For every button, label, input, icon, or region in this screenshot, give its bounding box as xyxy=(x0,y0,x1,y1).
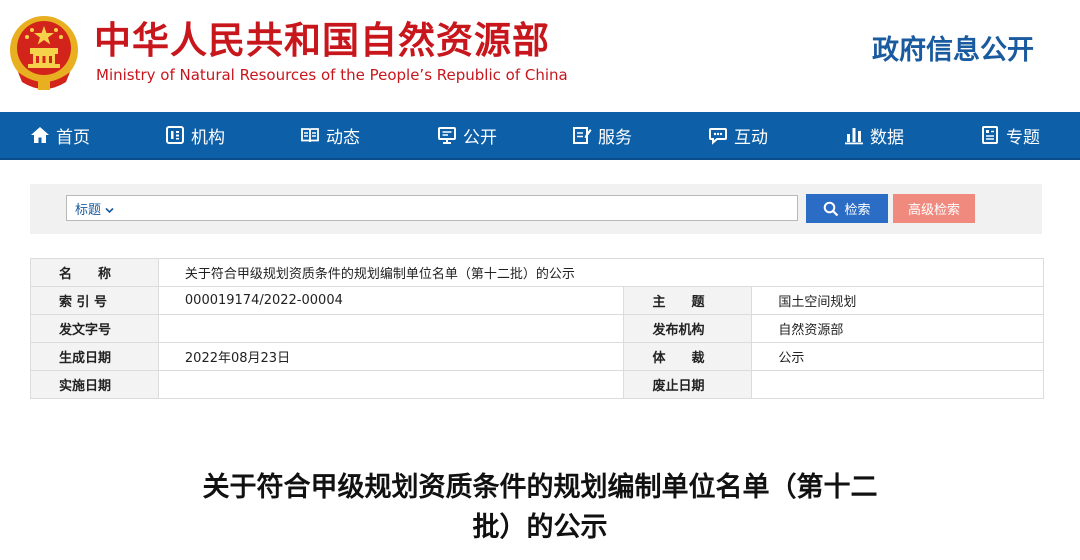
meta-issuer-label: 发布机构 xyxy=(623,314,753,343)
nav-label: 服务 xyxy=(598,127,632,148)
site-header: 中华人民共和国自然资源部 Ministry of Natural Resourc… xyxy=(0,0,1080,112)
bar-chart-icon xyxy=(845,128,863,145)
meta-date-value: 2022年08月23日 xyxy=(157,342,625,371)
meta-impl-label: 实施日期 xyxy=(30,370,159,399)
document-icon xyxy=(982,126,998,144)
search-icon xyxy=(824,201,839,216)
meta-topic-value: 国土空间规划 xyxy=(751,286,1044,315)
nav-item-home[interactable]: 首页 xyxy=(30,112,90,158)
meta-date-label: 生成日期 xyxy=(30,342,159,371)
article-title-line-2: 批）的公示 xyxy=(472,512,608,543)
search-bar: 标题 检索 高级检索 xyxy=(30,184,1042,234)
table-row: 发文字号 发布机构 自然资源部 xyxy=(30,314,1044,343)
meta-issuer-value: 自然资源部 xyxy=(751,314,1044,343)
nav-item-interact[interactable]: 互动 xyxy=(708,112,768,158)
nav-item-service[interactable]: 服务 xyxy=(572,112,632,158)
table-row: 名 称 关于符合甲级规划资质条件的规划编制单位名单（第十二批）的公示 xyxy=(30,258,1045,287)
nav-item-data[interactable]: 数据 xyxy=(844,112,904,158)
table-row: 索 引 号 000019174/2022-00004 主 题 国土空间规划 xyxy=(30,286,1044,315)
edit-icon xyxy=(573,127,592,144)
nav-label: 公开 xyxy=(463,127,497,148)
gov-info-title[interactable]: 政府信息公开 xyxy=(872,28,1034,67)
meta-abolish-label: 废止日期 xyxy=(623,370,753,399)
meta-impl-value xyxy=(157,370,625,399)
meta-name-label: 名 称 xyxy=(30,258,159,287)
search-input[interactable] xyxy=(122,196,797,220)
advanced-search-button[interactable]: 高级检索 xyxy=(893,194,975,223)
nav-label: 动态 xyxy=(326,127,360,148)
article-title: 关于符合甲级规划资质条件的规划编制单位名单（第十二 批）的公示 xyxy=(0,468,1080,548)
meta-docno-label: 发文字号 xyxy=(30,314,159,343)
site-title-cn: 中华人民共和国自然资源部 xyxy=(94,19,550,62)
nav-item-topic[interactable]: 专题 xyxy=(980,112,1040,158)
meta-index-value: 000019174/2022-00004 xyxy=(157,286,625,315)
nav-item-organization[interactable]: 机构 xyxy=(165,112,225,158)
search-button[interactable]: 检索 xyxy=(806,194,888,223)
table-row: 生成日期 2022年08月23日 体 裁 公示 xyxy=(30,342,1044,371)
nav-item-public[interactable]: 公开 xyxy=(437,112,497,158)
search-button-label: 检索 xyxy=(844,203,871,218)
national-emblem-icon xyxy=(10,16,78,90)
meta-docno-value xyxy=(157,314,625,343)
chevron-down-icon xyxy=(105,207,114,213)
nav-item-news[interactable]: 动态 xyxy=(300,112,360,158)
nav-label: 专题 xyxy=(1006,127,1040,148)
search-box: 标题 xyxy=(66,195,798,221)
meta-genre-label: 体 裁 xyxy=(623,342,753,371)
search-field-select[interactable]: 标题 xyxy=(75,199,114,218)
meta-genre-value: 公示 xyxy=(751,342,1044,371)
meta-abolish-value xyxy=(751,370,1044,399)
home-icon xyxy=(31,127,49,143)
meta-name-value: 关于符合甲级规划资质条件的规划编制单位名单（第十二批）的公示 xyxy=(157,258,1045,287)
nav-label: 数据 xyxy=(870,127,904,148)
article-title-line-1: 关于符合甲级规划资质条件的规划编制单位名单（第十二 xyxy=(202,472,878,503)
chat-icon xyxy=(709,128,727,145)
nav-label: 机构 xyxy=(191,127,225,148)
document-metadata-table: 名 称 关于符合甲级规划资质条件的规划编制单位名单（第十二批）的公示 索 引 号… xyxy=(30,258,1045,399)
main-nav: 首页 机构 动态 公开 服务 互动 数据 专题 xyxy=(0,112,1080,160)
nav-label: 互动 xyxy=(734,127,768,148)
book-icon xyxy=(301,128,319,143)
organization-icon xyxy=(166,126,184,144)
monitor-icon xyxy=(438,127,456,144)
search-field-label: 标题 xyxy=(75,202,102,218)
site-title-en: Ministry of Natural Resources of the Peo… xyxy=(96,66,568,84)
nav-label: 首页 xyxy=(56,127,90,148)
meta-index-label: 索 引 号 xyxy=(30,286,159,315)
meta-topic-label: 主 题 xyxy=(623,286,753,315)
table-row: 实施日期 废止日期 xyxy=(30,370,1044,399)
